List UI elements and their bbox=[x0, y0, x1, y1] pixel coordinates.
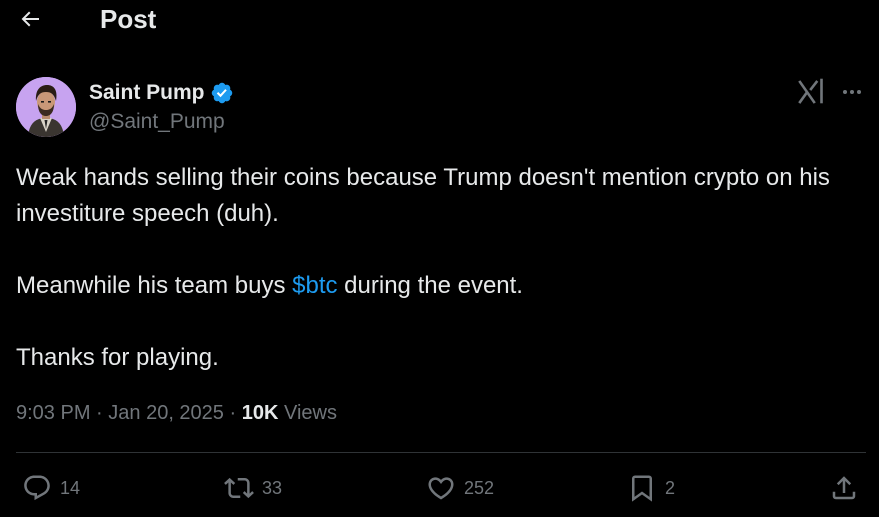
tweet-date[interactable]: Jan 20, 2025 bbox=[108, 402, 224, 424]
tweet-paragraph-1: Weak hands selling their coins because T… bbox=[16, 164, 830, 227]
top-bar: Post bbox=[0, 0, 879, 40]
tweet-paragraph-3: Thanks for playing. bbox=[16, 344, 219, 371]
tweet-text: Weak hands selling their coins because T… bbox=[16, 160, 866, 376]
tweet-paragraph-2-start: Meanwhile his team buys bbox=[16, 272, 293, 299]
like-count: 252 bbox=[464, 477, 495, 498]
bookmark-icon bbox=[632, 475, 652, 502]
share-icon bbox=[832, 476, 856, 500]
repost-icon bbox=[224, 477, 254, 499]
author-name[interactable]: Saint Pump bbox=[89, 80, 234, 106]
more-options-button[interactable] bbox=[838, 78, 866, 106]
views-count: 10K bbox=[241, 402, 279, 424]
avatar[interactable] bbox=[16, 77, 76, 137]
tweet-paragraph-2: Meanwhile his team buys $btc during the … bbox=[16, 268, 866, 304]
reply-button[interactable]: 14 bbox=[22, 473, 80, 503]
arrow-left-icon bbox=[21, 11, 39, 27]
back-button[interactable] bbox=[10, 0, 50, 38]
views-label: Views bbox=[283, 402, 337, 424]
like-button[interactable]: 252 bbox=[426, 473, 494, 503]
reply-count: 14 bbox=[60, 477, 81, 498]
heart-icon bbox=[428, 477, 454, 500]
divider bbox=[16, 452, 866, 453]
reply-icon bbox=[24, 475, 50, 501]
repost-button[interactable]: 33 bbox=[224, 473, 282, 503]
avatar-portrait-icon bbox=[16, 77, 76, 137]
tweet-meta: 9:03 PM · Jan 20, 2025 · 10K Views bbox=[16, 402, 337, 424]
tweet-time[interactable]: 9:03 PM bbox=[16, 402, 90, 424]
grok-button[interactable] bbox=[797, 78, 827, 106]
bookmark-button[interactable]: 2 bbox=[627, 473, 675, 503]
cashtag-link[interactable]: $btc bbox=[292, 272, 337, 299]
author-name-text: Saint Pump bbox=[89, 81, 205, 104]
share-button[interactable] bbox=[829, 473, 859, 503]
tweet-paragraph-2-end: during the event. bbox=[337, 272, 523, 299]
author-handle[interactable]: @Saint_Pump bbox=[89, 109, 225, 135]
grok-icon bbox=[798, 78, 823, 104]
bookmark-count: 2 bbox=[665, 477, 676, 498]
verified-badge-icon bbox=[211, 82, 232, 104]
more-dots-icon bbox=[843, 90, 861, 94]
repost-count: 33 bbox=[262, 477, 283, 498]
page-title: Post bbox=[100, 4, 157, 34]
